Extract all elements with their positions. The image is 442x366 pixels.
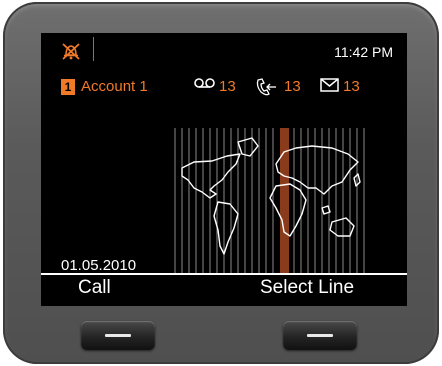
softkey-divider (41, 273, 407, 275)
missed-call-icon (256, 78, 276, 96)
status-divider (93, 37, 94, 61)
messages-count: 13 (343, 78, 360, 95)
status-bar: 11:42 PM (41, 33, 407, 69)
select-line-softkey[interactable]: Select Line (260, 277, 354, 299)
account-row[interactable]: 1 Account 1 13 13 13 (41, 77, 407, 101)
date: 01.05.2010 (61, 257, 137, 274)
bell-muted-icon[interactable] (60, 41, 82, 61)
account-label: Account 1 (81, 78, 148, 95)
right-display-key[interactable] (283, 321, 357, 350)
account-number-badge: 1 (61, 79, 75, 95)
missed-calls-count: 13 (284, 78, 301, 95)
voicemail-count: 13 (219, 78, 236, 95)
voicemail-icon (194, 78, 215, 88)
left-key-bar (105, 334, 131, 337)
world-map-icon (174, 128, 365, 273)
right-key-bar (307, 334, 333, 337)
call-softkey[interactable]: Call (78, 277, 111, 299)
phone-device: 11:42 PM 1 Account 1 13 13 13 01.05.2010… (3, 2, 439, 364)
clock: 11:42 PM (334, 44, 393, 60)
message-icon (320, 78, 339, 92)
phone-display: 11:42 PM 1 Account 1 13 13 13 01.05.2010… (41, 33, 407, 306)
left-display-key[interactable] (81, 321, 155, 350)
